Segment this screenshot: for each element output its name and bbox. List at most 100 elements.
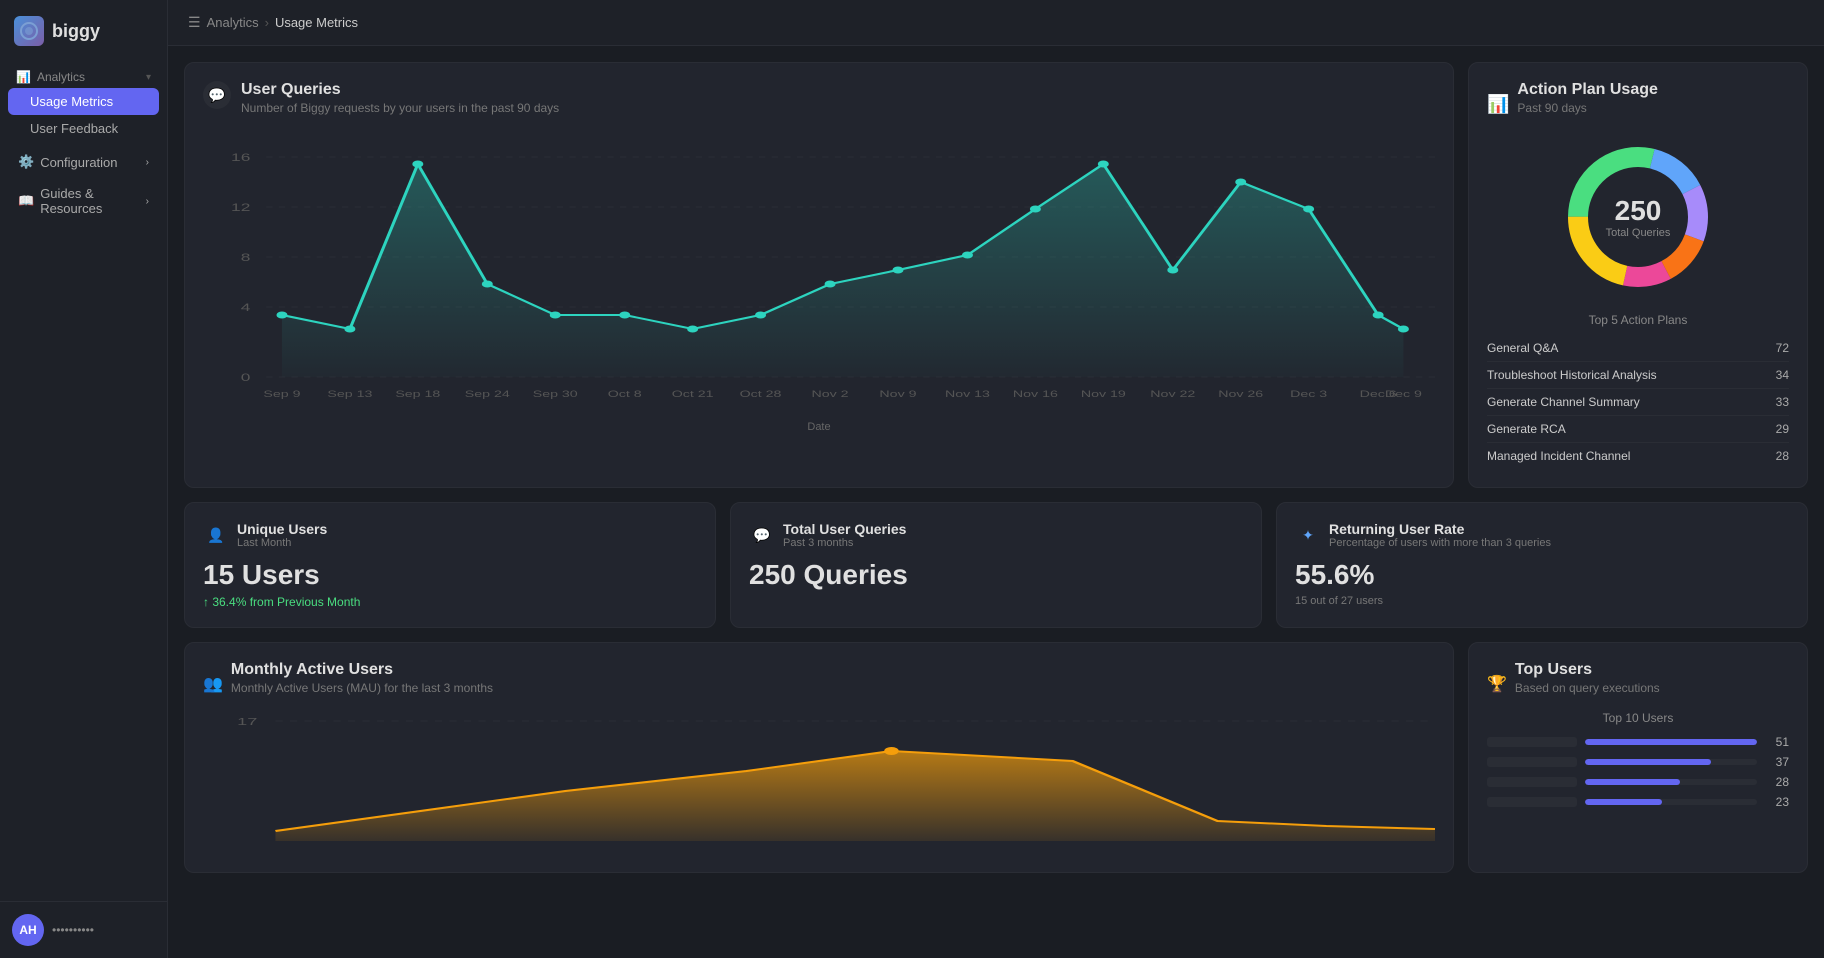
- mau-icon: 👥: [203, 674, 223, 694]
- sidebar-analytics-header: 📊 Analytics ▾: [8, 62, 159, 88]
- sidebar: biggy 📊 Analytics ▾ Usage Metrics User F…: [0, 0, 168, 958]
- total-queries-title: Total User Queries: [783, 521, 906, 537]
- svg-text:Oct 28: Oct 28: [740, 389, 782, 400]
- action-plan-title: Action Plan Usage: [1517, 81, 1657, 99]
- svg-text:Nov 19: Nov 19: [1081, 389, 1126, 400]
- returning-users-icon: ✦: [1295, 522, 1321, 548]
- breadcrumb-analytics: Analytics: [207, 15, 259, 30]
- stats-row: 👤 Unique Users Last Month 15 Users ↑ 36.…: [184, 502, 1808, 628]
- svg-text:Sep 13: Sep 13: [327, 389, 372, 400]
- svg-text:Nov 9: Nov 9: [879, 389, 917, 400]
- donut-chart-container: 250 Total Queries: [1487, 137, 1789, 297]
- top-users-icon: 🏆: [1487, 674, 1507, 694]
- action-plan-icon: 📊: [1487, 94, 1509, 115]
- total-queries-icon: 💬: [749, 522, 775, 548]
- top-user-bar: [1585, 799, 1662, 805]
- chart-x-label: Date: [203, 421, 1435, 433]
- sidebar-config-section: ⚙️ Configuration › 📖 Guides & Resources …: [0, 142, 167, 228]
- returning-users-value: 55.6%: [1295, 559, 1789, 591]
- total-queries-subtitle: Past 3 months: [783, 537, 906, 549]
- topbar: ☰ Analytics › Usage Metrics: [168, 0, 1824, 46]
- mau-title: Monthly Active Users: [231, 661, 493, 679]
- app-logo: biggy: [0, 0, 167, 62]
- top-user-item: 23: [1487, 795, 1789, 809]
- returning-users-title: Returning User Rate: [1329, 521, 1551, 537]
- top-users-card: 🏆 Top Users Based on query executions To…: [1468, 642, 1808, 873]
- top-user-item: 51: [1487, 735, 1789, 749]
- action-plan-card: 📊 Action Plan Usage Past 90 days: [1468, 62, 1808, 488]
- dashboard-grid: 💬 User Queries Number of Biggy requests …: [168, 46, 1824, 889]
- svg-text:Sep 30: Sep 30: [533, 389, 578, 400]
- svg-text:Sep 24: Sep 24: [465, 389, 510, 400]
- returning-users-detail: 15 out of 27 users: [1295, 595, 1789, 607]
- donut-sub-label: Total Queries: [1606, 227, 1671, 239]
- action-plan-item: Managed Incident Channel28: [1487, 443, 1789, 469]
- top-user-name-blur: [1487, 737, 1577, 747]
- total-queries-card: 💬 Total User Queries Past 3 months 250 Q…: [730, 502, 1262, 628]
- sidebar-analytics-section: 📊 Analytics ▾ Usage Metrics User Feedbac…: [0, 62, 167, 142]
- main-content: ☰ Analytics › Usage Metrics 💬 User Queri…: [168, 0, 1824, 958]
- user-queries-card: 💬 User Queries Number of Biggy requests …: [184, 62, 1454, 488]
- unique-users-value: 15 Users: [203, 559, 697, 591]
- svg-text:Oct 8: Oct 8: [608, 389, 642, 400]
- action-plan-item: Generate RCA29: [1487, 416, 1789, 443]
- user-name: ••••••••••: [52, 923, 94, 937]
- sidebar-user-section: AH ••••••••••: [0, 901, 167, 958]
- donut-label: 250 Total Queries: [1606, 195, 1671, 239]
- sidebar-item-configuration[interactable]: ⚙️ Configuration ›: [8, 146, 159, 178]
- unique-users-title: Unique Users: [237, 521, 327, 537]
- chevron-right-icon: ›: [146, 157, 149, 168]
- mau-card: 👥 Monthly Active Users Monthly Active Us…: [184, 642, 1454, 873]
- breadcrumb-current: Usage Metrics: [275, 15, 358, 30]
- app-name: biggy: [52, 21, 100, 42]
- chart-header: 💬 User Queries Number of Biggy requests …: [203, 81, 1435, 127]
- svg-text:Oct 21: Oct 21: [672, 389, 714, 400]
- action-plan-item: Generate Channel Summary33: [1487, 389, 1789, 416]
- svg-text:16: 16: [231, 152, 250, 164]
- svg-text:Dec 3: Dec 3: [1290, 389, 1328, 400]
- chart-title: User Queries: [241, 81, 559, 99]
- unique-users-card: 👤 Unique Users Last Month 15 Users ↑ 36.…: [184, 502, 716, 628]
- svg-text:Sep 18: Sep 18: [395, 389, 440, 400]
- user-queries-svg: 16 12 8 4 0: [203, 137, 1435, 417]
- top-user-bar: [1585, 779, 1680, 785]
- svg-text:Nov 2: Nov 2: [812, 389, 849, 400]
- total-queries-value: 250 Queries: [749, 559, 1243, 591]
- top-user-item: 37: [1487, 755, 1789, 769]
- donut-number: 250: [1606, 195, 1671, 227]
- user-profile[interactable]: AH ••••••••••: [12, 914, 155, 946]
- logo-icon: [14, 16, 44, 46]
- mau-chart-svg: 17: [203, 711, 1435, 851]
- action-plan-list: General Q&A72Troubleshoot Historical Ana…: [1487, 335, 1789, 469]
- top-user-bar: [1585, 759, 1711, 765]
- svg-text:Sep 9: Sep 9: [263, 389, 301, 400]
- bottom-row: 👥 Monthly Active Users Monthly Active Us…: [184, 642, 1808, 873]
- returning-users-subtitle: Percentage of users with more than 3 que…: [1329, 537, 1551, 549]
- top-users-title: Top Users: [1515, 661, 1660, 679]
- sidebar-item-guides[interactable]: 📖 Guides & Resources ›: [8, 178, 159, 224]
- chart-icon: 💬: [203, 81, 231, 109]
- mau-subtitle: Monthly Active Users (MAU) for the last …: [231, 681, 493, 695]
- top-user-bar: [1585, 739, 1757, 745]
- svg-text:8: 8: [241, 252, 251, 264]
- chart-subtitle: Number of Biggy requests by your users i…: [241, 101, 559, 115]
- svg-text:Nov 26: Nov 26: [1218, 389, 1263, 400]
- svg-text:4: 4: [241, 302, 251, 314]
- chevron-right-icon-guides: ›: [146, 196, 149, 207]
- top-users-list: 51 37 28 23: [1487, 735, 1789, 809]
- action-plan-list-title: Top 5 Action Plans: [1487, 313, 1789, 327]
- breadcrumb-separator: ›: [265, 15, 269, 30]
- svg-text:Nov 22: Nov 22: [1150, 389, 1195, 400]
- svg-text:17: 17: [237, 717, 257, 728]
- unique-users-icon: 👤: [203, 522, 229, 548]
- avatar: AH: [12, 914, 44, 946]
- top-user-item: 28: [1487, 775, 1789, 789]
- top-users-list-title: Top 10 Users: [1487, 711, 1789, 725]
- sidebar-item-user-feedback[interactable]: User Feedback: [8, 115, 159, 142]
- action-plan-subtitle: Past 90 days: [1517, 101, 1657, 115]
- svg-text:Nov 16: Nov 16: [1013, 389, 1058, 400]
- sidebar-item-usage-metrics[interactable]: Usage Metrics: [8, 88, 159, 115]
- sidebar-toggle-icon[interactable]: ☰: [188, 14, 201, 31]
- line-chart-area: 16 12 8 4 0: [203, 137, 1435, 417]
- svg-text:Dec 9: Dec 9: [1385, 389, 1423, 400]
